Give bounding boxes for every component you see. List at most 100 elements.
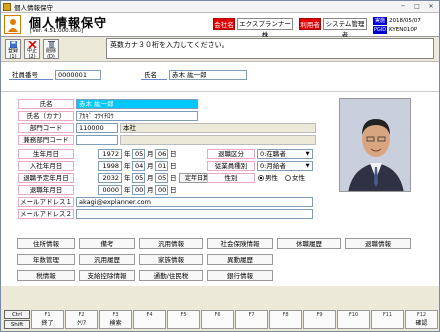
fkey-8-button[interactable]: F8 [269,310,302,329]
save-icon [9,41,17,48]
retire-day[interactable]: 00 [155,185,168,195]
birth-month[interactable]: 05 [132,149,145,159]
retire-year[interactable]: 0000 [98,185,122,195]
fkey-11-button[interactable]: F11 [371,310,404,329]
panel-button[interactable]: 退職情報 [345,238,411,249]
person-icon [4,15,21,34]
unit-month: 月 [147,150,154,158]
sex-female-radio[interactable]: 女性 [285,173,305,183]
radio-icon [285,175,291,181]
retire-plan-month[interactable]: 05 [132,173,145,183]
fkey-number: F1 [44,312,51,318]
date-value: 2018/05/07 [389,18,421,24]
sex-label: 性別 [207,173,255,183]
sex-male-radio[interactable]: 男性 [258,173,278,183]
unit-day: 日 [170,186,177,194]
fkey-12-button[interactable]: F12 確認 [405,310,438,329]
status-label: 退職区分 [207,149,255,159]
fkey-label: 確認 [415,320,428,327]
chevron-down-icon: ▼ [305,163,310,169]
shift-key[interactable]: Shift [4,320,30,329]
type-value: 0:月給者 [260,162,286,170]
fkey-10-button[interactable]: F10 [337,310,370,329]
employee-band: 社員番号 0000001 氏名 赤木 紘一郎 [1,62,439,92]
user-value: システム管理者 [323,18,367,39]
emp-no-label: 社員番号 [9,70,53,80]
dept-code-field[interactable]: 110000 [76,123,118,133]
panel-button[interactable]: 通勤/住民税 [139,270,203,281]
panel-button[interactable]: 社会保険情報 [207,238,273,249]
birth-label: 生年月日 [18,149,74,159]
panel-button[interactable]: 住所情報 [17,238,75,249]
mail1-field[interactable]: akagi@explanner.com [76,197,313,207]
type-label: 従業員種別 [207,161,255,171]
maximize-button[interactable]: □ [411,2,423,11]
minimize-button[interactable]: ─ [397,2,409,11]
panel-button[interactable]: 税情報 [17,270,75,281]
type-select[interactable]: 0:月給者 ▼ [257,161,313,171]
panel-button[interactable]: 汎用情報 [139,238,203,249]
join-day[interactable]: 01 [155,161,168,171]
emp-no-field[interactable]: 0000001 [55,70,101,80]
pgid-label: PGID [373,26,387,34]
fkey-3-button[interactable]: F3 検索 [99,310,132,329]
panel-button[interactable]: 家族情報 [139,254,203,265]
unit-year: 年 [124,150,131,158]
radio-selected-icon [258,175,264,181]
fkey-2-button[interactable]: F2 ｸﾘｱ [65,310,98,329]
fkey-number: F2 [78,312,85,318]
fkey-1-button[interactable]: F1 終了 [31,310,64,329]
join-year[interactable]: 1998 [98,161,122,171]
dept-code-label: 部門コード [18,123,74,133]
kana-field[interactable]: ｱｶｷﾞ ｺｳｲﾁﾛｳ [76,111,198,121]
fkey-5-button[interactable]: F5 [167,310,200,329]
retire-plan-year[interactable]: 2032 [98,173,122,183]
status-select[interactable]: 0:在職者 ▼ [257,149,313,159]
company-label: 会社名 [213,18,235,30]
birth-year[interactable]: 1972 [98,149,122,159]
panel-button[interactable]: 年数管理 [17,254,75,265]
app-icon [3,2,11,11]
retire-label: 退職年月日 [18,185,74,195]
mail1-label: メールアドレス１ [18,197,74,207]
date-label: 実施日 [373,17,387,32]
join-month[interactable]: 04 [132,161,145,171]
retire-month[interactable]: 00 [132,185,145,195]
fkey-number: F12 [416,312,427,318]
close-button[interactable]: ✕ [425,2,437,11]
birth-day[interactable]: 06 [155,149,168,159]
register-button[interactable]: 登録 (1) [5,39,21,60]
panel-button[interactable]: 休職履歴 [277,238,341,249]
app-version: [Ver. 4.51.000.000] [30,28,84,34]
fkey-number: F11 [382,312,393,318]
name-label: 氏名 [18,99,74,109]
name-field[interactable]: 赤木 紘一郎 [76,99,198,109]
cancel-button[interactable]: 中止 (2) [24,39,40,60]
duty-dept-code-field[interactable] [76,135,118,145]
unit-month: 月 [147,162,154,170]
join-label: 入社年月日 [18,161,74,171]
message-box: 英数カナ３０桁を入力してください。 [106,38,434,59]
chevron-down-icon: ▼ [305,151,310,157]
panel-button[interactable]: 備考 [79,238,135,249]
fkey-6-button[interactable]: F6 [201,310,234,329]
fkey-label: ｸﾘｱ [76,320,86,327]
panel-button[interactable]: 銀行情報 [207,270,273,281]
retire-plan-label: 退職予定年月日 [18,173,74,183]
unit-day: 日 [170,162,177,170]
mail2-field[interactable] [76,209,313,219]
app-header: 個人情報保守 [Ver. 4.51.000.000] 会社名 エクスプランナー株… [1,13,439,39]
fkey-4-button[interactable]: F4 [133,310,166,329]
panel-button[interactable]: 異動履歴 [207,254,273,265]
mail2-label: メールアドレス２ [18,209,74,219]
pgid-value: KYEN010P [389,27,418,33]
panel-button[interactable]: 汎用履歴 [79,254,135,265]
delete-label: 削除 (D) [45,48,56,60]
delete-button[interactable]: 削除 (D) [43,39,59,60]
fkey-9-button[interactable]: F9 [303,310,336,329]
fkey-7-button[interactable]: F7 [235,310,268,329]
unit-month: 月 [147,174,154,182]
panel-button[interactable]: 支給控除情報 [79,270,135,281]
retire-plan-day[interactable]: 05 [155,173,168,183]
ctrl-key[interactable]: Ctrl [4,310,30,319]
